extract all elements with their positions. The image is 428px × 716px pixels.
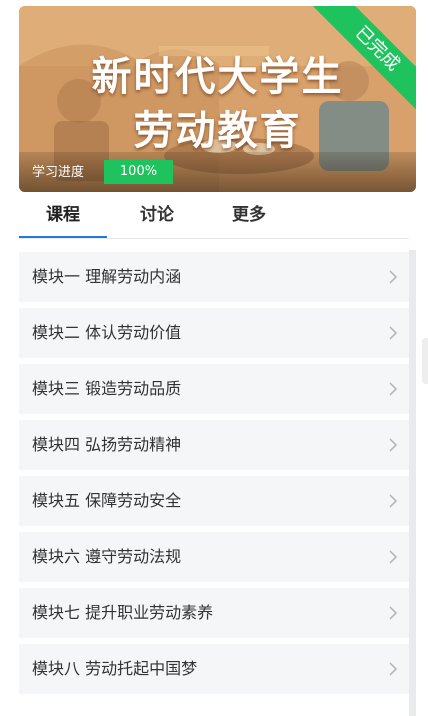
module-item-7[interactable]: 模块七 提升职业劳动素养 [19,588,409,638]
module-label: 模块二 体认劳动价值 [32,323,182,342]
chevron-right-icon [389,494,398,508]
chevron-right-icon [389,606,398,620]
chevron-right-icon [389,270,398,284]
progress-strip: 学习进度 100% [19,152,416,192]
module-item-5[interactable]: 模块五 保障劳动安全 [19,476,409,526]
module-item-4[interactable]: 模块四 弘扬劳动精神 [19,420,409,470]
tab-discussion[interactable]: 讨论 [113,192,201,238]
side-drawer-handle[interactable] [422,338,428,384]
chevron-right-icon [389,662,398,676]
module-label: 模块五 保障劳动安全 [32,491,182,510]
completed-ribbon: 已完成 [306,6,416,116]
module-label: 模块三 锻造劳动品质 [32,379,182,398]
module-item-8[interactable]: 模块八 劳动托起中国梦 [19,644,409,694]
chevron-right-icon [389,438,398,452]
progress-label: 学习进度 [32,165,85,180]
course-banner: 新时代大学生 劳动教育 已完成 学习进度 100% [19,6,416,192]
module-item-1[interactable]: 模块一 理解劳动内涵 [19,252,409,302]
completed-ribbon-label: 已完成 [306,6,416,116]
module-item-6[interactable]: 模块六 遵守劳动法规 [19,532,409,582]
module-label: 模块七 提升职业劳动素养 [32,603,214,622]
scrollbar-track[interactable] [409,250,416,716]
module-label: 模块一 理解劳动内涵 [32,267,182,286]
chevron-right-icon [389,326,398,340]
tab-bar: 课程 讨论 更多 [19,192,409,239]
chevron-right-icon [389,382,398,396]
chevron-right-icon [389,550,398,564]
module-label: 模块六 遵守劳动法规 [32,547,182,566]
tab-course[interactable]: 课程 [19,192,107,238]
module-item-2[interactable]: 模块二 体认劳动价值 [19,308,409,358]
tab-more[interactable]: 更多 [205,192,293,238]
module-label: 模块八 劳动托起中国梦 [32,659,198,678]
module-item-3[interactable]: 模块三 锻造劳动品质 [19,364,409,414]
module-label: 模块四 弘扬劳动精神 [32,435,182,454]
progress-value: 100% [104,160,173,184]
